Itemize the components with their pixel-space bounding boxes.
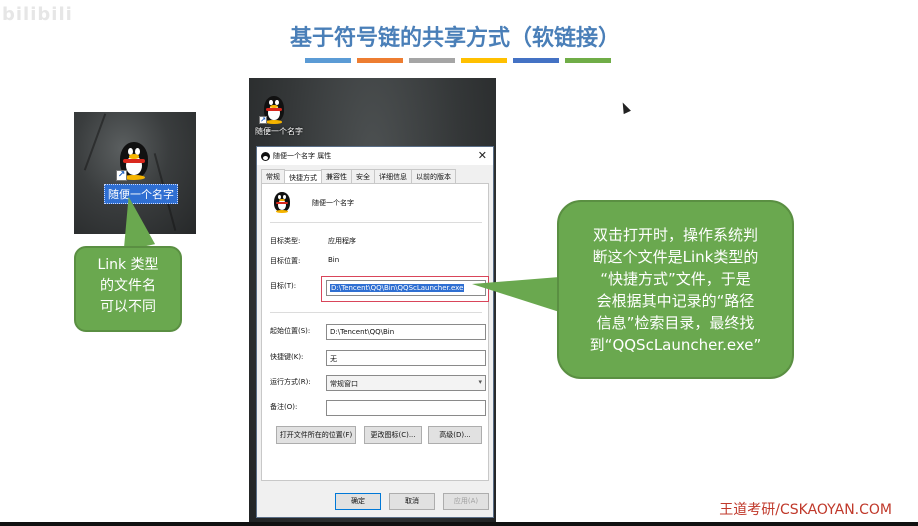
ok-button[interactable]: 确定 [335,493,381,510]
tab-details[interactable]: 详细信息 [374,169,412,184]
run-select[interactable]: 常规窗口 ▾ [326,375,486,391]
shortcut-arrow-icon: ↗ [259,116,267,124]
callout-left: Link 类型 的文件名 可以不同 [74,246,182,332]
qq-penguin-icon[interactable] [264,96,284,124]
open-file-location-button[interactable]: 打开文件所在的位置(F) [276,426,356,444]
desktop-icon-label[interactable]: 随便一个名字 [255,126,303,137]
color-bar-6 [565,58,611,63]
dialog-titlebar: 随便一个名字 属性 ✕ [257,147,493,165]
callout-right-line-5: 信息”检索目录，最终找 [596,314,755,332]
qq-penguin-icon [274,192,290,214]
callout-right-line-3: “快捷方式”文件，于是 [600,270,751,288]
target-type-label: 目标类型: [270,237,301,245]
callout-right-line-2: 断这个文件是Link类型的 [592,248,759,266]
callout-left-line-1: Link 类型 [97,257,159,273]
comment-field[interactable] [326,400,486,416]
callout-left-line-3: 可以不同 [100,299,156,315]
tab-compatibility[interactable]: 兼容性 [321,169,352,184]
start-in-field[interactable]: D:\Tencent\QQ\Bin [326,324,486,340]
dialog-tabs: 常规 快捷方式 兼容性 安全 详细信息 以前的版本 [257,165,493,185]
desktop-screenshot: ↗ 随便一个名字 随便一个名字 属性 ✕ 常规 快捷方式 兼容性 安全 详细信息… [249,78,496,524]
dialog-title: 随便一个名字 属性 [273,152,332,160]
target-location-label: 目标位置: [270,257,301,265]
title-color-bars [305,58,611,63]
chevron-down-icon: ▾ [478,378,482,386]
divider [270,222,482,223]
change-icon-button[interactable]: 更改图标(C)... [364,426,422,444]
callout-right-line-1: 双击打开时，操作系统判 [592,226,758,244]
shortcut-panel: 随便一个名字 目标类型: 应用程序 目标位置: Bin 目标(T): D:\Te… [261,183,489,481]
hotkey-field[interactable]: 无 [326,350,486,366]
target-label: 目标(T): [270,282,297,290]
footer-brand: 王道考研/CSKAOYAN.COM [719,502,892,518]
cancel-button[interactable]: 取消 [389,493,435,510]
shortcut-arrow-icon: ↗ [116,170,127,181]
hotkey-label: 快捷键(K): [270,353,304,361]
mouse-cursor-icon [619,100,631,115]
color-bar-1 [305,58,351,63]
shortcut-name: 随便一个名字 [312,199,354,207]
apply-button[interactable]: 应用(A) [443,493,489,510]
color-bar-2 [357,58,403,63]
color-bar-3 [409,58,455,63]
run-select-value: 常规窗口 [330,380,358,388]
target-highlight-box [321,276,489,302]
properties-dialog: 随便一个名字 属性 ✕ 常规 快捷方式 兼容性 安全 详细信息 以前的版本 随便… [256,146,494,518]
comment-label: 备注(O): [270,403,298,411]
target-type-value: 应用程序 [328,237,356,245]
target-location-value: Bin [328,256,340,264]
callout-left-line-2: 的文件名 [100,278,156,294]
run-label: 运行方式(R): [270,378,311,386]
callout-right-line-4: 会根据其中记录的“路径 [596,292,755,310]
qq-small-icon [261,151,270,161]
start-in-label: 起始位置(S): [270,327,311,335]
callout-right: 双击打开时，操作系统判 断这个文件是Link类型的 “快捷方式”文件，于是 会根… [557,200,794,379]
close-icon[interactable]: ✕ [478,149,487,162]
divider [270,312,482,313]
tab-general[interactable]: 常规 [261,169,285,184]
slide-title: 基于符号链的共享方式（软链接） [289,25,620,51]
color-bar-4 [461,58,507,63]
callout-right-line-6: 到“QQScLauncher.exe” [589,336,762,354]
advanced-button[interactable]: 高级(D)... [428,426,482,444]
tab-security[interactable]: 安全 [351,169,375,184]
bilibili-watermark: bilibili [2,4,73,25]
bottom-bar [0,522,918,526]
tab-previous-versions[interactable]: 以前的版本 [411,169,456,184]
color-bar-5 [513,58,559,63]
